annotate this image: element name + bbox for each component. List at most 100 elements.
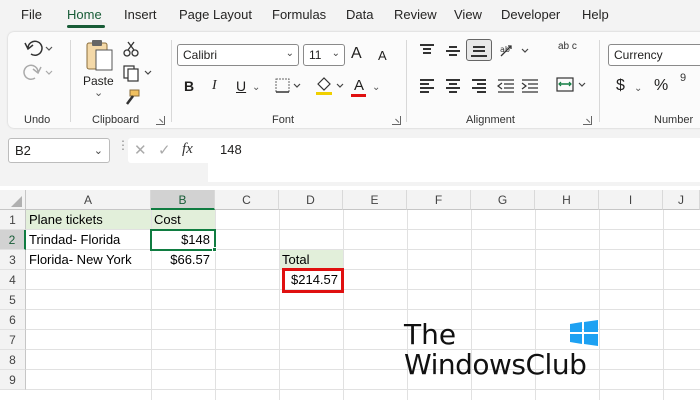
menu-bar: File Home Insert Page Layout Formulas Da… [0, 0, 700, 30]
tab-review[interactable]: Review [394, 7, 437, 22]
fill-handle[interactable] [212, 247, 217, 252]
cell-b1[interactable]: Cost [151, 210, 215, 230]
name-box[interactable]: B2 ⌄ [8, 138, 110, 163]
bottom-align-button[interactable] [466, 39, 492, 61]
number-format-select[interactable]: Currency [608, 44, 700, 66]
cell-b3[interactable]: $66.57 [151, 250, 213, 270]
column-header-h[interactable]: H [535, 190, 599, 210]
cell-a2[interactable]: Trindad- Florida [26, 230, 151, 250]
column-header-f[interactable]: F [407, 190, 471, 210]
wrap-text-icon[interactable]: ab c [558, 42, 578, 52]
tab-formulas[interactable]: Formulas [272, 7, 326, 22]
increase-indent-icon[interactable] [520, 77, 540, 95]
undo-group-label: Undo [24, 114, 51, 126]
chevron-down-icon[interactable]: ⌄ [372, 82, 380, 93]
font-color-bar [351, 94, 366, 97]
column-header-b[interactable]: B [151, 190, 215, 210]
font-family-select[interactable]: Calibri ⌄ [177, 44, 299, 66]
svg-text:ab: ab [500, 45, 510, 54]
formula-bar: B2 ⌄ ⋮ ✕ ✓ fx 148 [0, 130, 700, 186]
tab-developer[interactable]: Developer [501, 7, 560, 22]
gridline [279, 210, 280, 400]
column-header-e[interactable]: E [343, 190, 407, 210]
chevron-down-icon[interactable]: ⌄ [252, 82, 260, 93]
active-tab-indicator [67, 25, 105, 28]
tab-insert[interactable]: Insert [124, 7, 157, 22]
group-separator [599, 40, 600, 122]
grow-font-icon[interactable]: A [351, 45, 362, 63]
insert-function-button[interactable]: fx [182, 141, 193, 158]
gridline [343, 210, 344, 400]
watermark: The WindowsClub [404, 318, 604, 388]
font-size-select[interactable]: 11 ⌄ [303, 44, 345, 66]
cell-d3[interactable]: Total [279, 250, 343, 270]
chevron-down-icon[interactable]: ⌄ [94, 144, 103, 157]
tab-data[interactable]: Data [346, 7, 373, 22]
cell-a1[interactable]: Plane tickets [26, 210, 151, 230]
tab-view[interactable]: View [454, 7, 482, 22]
row-header-5[interactable]: 5 [0, 290, 26, 310]
select-all-button[interactable] [0, 190, 26, 210]
gridline [26, 309, 700, 310]
gridline [26, 389, 700, 390]
percent-format-button[interactable]: % [654, 77, 668, 95]
windows-logo-icon [570, 320, 598, 346]
ribbon-panel: Undo Paste ⌄ Clipboard Calibri ⌄ 11 ⌄ A … [8, 32, 700, 128]
chevron-down-icon: ⌄ [331, 48, 340, 59]
undo-icon[interactable] [22, 38, 54, 58]
comma-style-icon[interactable]: 9 [680, 72, 686, 84]
cell-a3[interactable]: Florida- New York [26, 250, 151, 270]
row-header-6[interactable]: 6 [0, 310, 26, 330]
italic-button[interactable]: I [212, 78, 217, 94]
column-header-g[interactable]: G [471, 190, 535, 210]
copy-icon[interactable] [122, 64, 154, 82]
column-header-c[interactable]: C [215, 190, 279, 210]
tab-page-layout[interactable]: Page Layout [179, 7, 252, 22]
watermark-line1: The [404, 318, 457, 351]
tab-file[interactable]: File [21, 7, 42, 22]
paste-dropdown-icon[interactable]: ⌄ [94, 86, 103, 99]
enter-icon[interactable]: ✓ [158, 141, 171, 159]
row-header-2[interactable]: 2 [0, 230, 26, 250]
row-header-7[interactable]: 7 [0, 330, 26, 350]
gridline [663, 210, 664, 400]
merge-center-icon[interactable] [555, 76, 591, 94]
redo-icon[interactable] [22, 62, 54, 82]
column-header-d[interactable]: D [279, 190, 343, 210]
group-separator [406, 40, 407, 122]
borders-icon[interactable] [274, 77, 302, 95]
orientation-icon[interactable]: ab [498, 42, 534, 60]
bold-button[interactable]: B [184, 78, 194, 94]
font-group-label: Font [272, 114, 295, 126]
row-header-8[interactable]: 8 [0, 350, 26, 370]
clipboard-launcher-icon[interactable] [156, 116, 165, 125]
formula-input[interactable]: 148 [208, 138, 700, 182]
alignment-launcher-icon[interactable] [583, 116, 592, 125]
cancel-icon[interactable]: ✕ [134, 141, 147, 159]
tab-help[interactable]: Help [582, 7, 609, 22]
font-color-icon[interactable]: A [354, 77, 364, 94]
shrink-font-icon[interactable]: A [378, 48, 387, 63]
formula-buttons: ✕ ✓ fx [128, 138, 208, 163]
currency-format-button[interactable]: $ [616, 77, 625, 95]
decrease-indent-icon[interactable] [496, 77, 516, 95]
row-header-4[interactable]: 4 [0, 270, 26, 290]
fill-color-icon[interactable] [314, 76, 346, 96]
column-header-a[interactable]: A [26, 190, 151, 210]
gridline [26, 289, 700, 290]
cut-icon[interactable] [122, 40, 140, 58]
font-launcher-icon[interactable] [392, 116, 401, 125]
tab-home[interactable]: Home [67, 7, 102, 22]
format-painter-icon[interactable] [122, 88, 142, 108]
column-header-i[interactable]: I [599, 190, 663, 210]
row-header-1[interactable]: 1 [0, 210, 26, 230]
column-header-j[interactable]: J [663, 190, 700, 210]
chevron-down-icon[interactable]: ⌄ [634, 83, 642, 94]
row-header-9[interactable]: 9 [0, 370, 26, 390]
name-box-value: B2 [15, 143, 31, 158]
group-separator [171, 40, 172, 122]
row-header-3[interactable]: 3 [0, 250, 26, 270]
paste-icon[interactable] [84, 38, 114, 72]
font-family-value: Calibri [183, 48, 218, 62]
underline-button[interactable]: U [236, 78, 246, 94]
